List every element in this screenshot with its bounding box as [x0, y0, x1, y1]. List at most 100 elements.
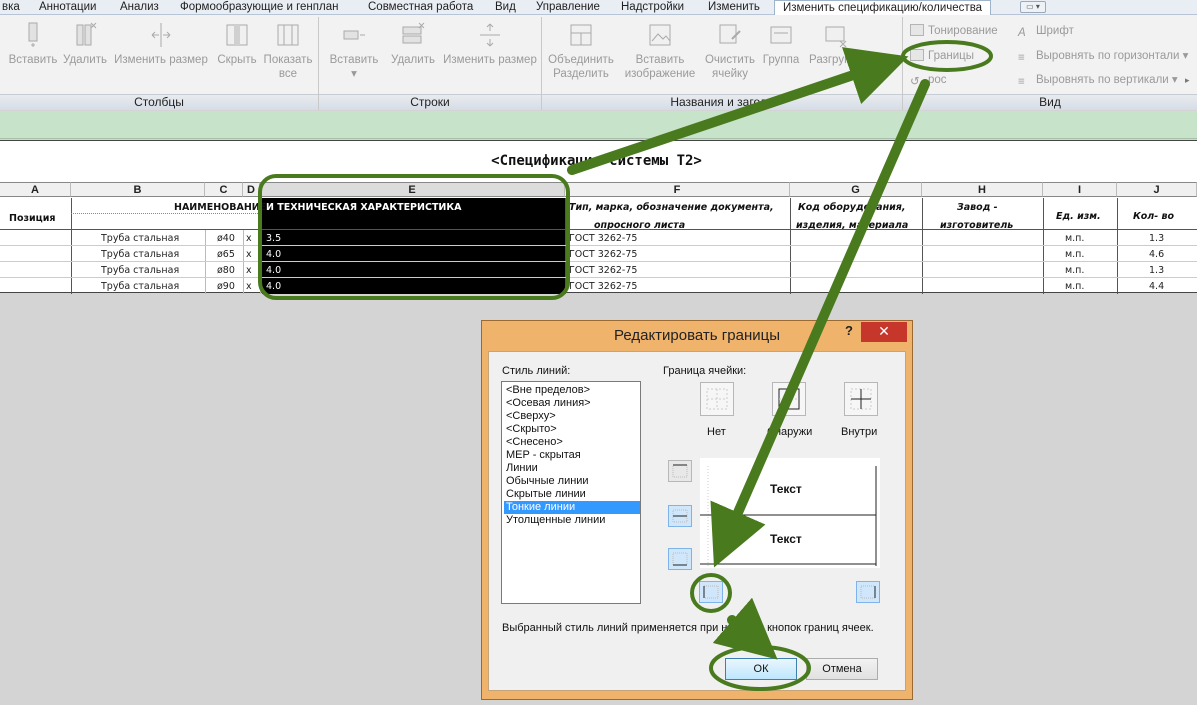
- clear-cell-button[interactable]: Очистить ячейку: [702, 21, 758, 81]
- column-delete-button[interactable]: Удалить: [62, 21, 108, 67]
- panel-scroll-arrow[interactable]: ▸: [1185, 75, 1190, 86]
- row-2-diameter: ø65: [217, 249, 235, 260]
- list-item-selected[interactable]: Тонкие линии: [504, 501, 640, 514]
- align-horizontal-icon: ≡: [1018, 52, 1025, 64]
- list-item[interactable]: <Снесено>: [504, 436, 640, 449]
- row-insert-button[interactable]: Вставить ▾: [326, 21, 382, 81]
- row-delete-button[interactable]: Удалить: [388, 21, 438, 67]
- tab-annotations[interactable]: Аннотации: [39, 0, 96, 15]
- border-top-button[interactable]: [668, 460, 692, 482]
- cancel-button[interactable]: Отмена: [806, 658, 878, 680]
- insert-image-button[interactable]: Вставить изображение: [622, 21, 698, 81]
- column-header-a[interactable]: A: [0, 182, 71, 197]
- list-item[interactable]: MEP - скрытая: [504, 449, 640, 462]
- hide-column-icon: [225, 21, 249, 49]
- list-item[interactable]: Утолщенные линии: [504, 514, 640, 527]
- border-right-button[interactable]: [856, 581, 880, 603]
- tab-manage[interactable]: Управление: [536, 0, 600, 15]
- grid-line: [243, 230, 244, 294]
- list-item[interactable]: <Сверху>: [504, 410, 640, 423]
- align-horizontal-button[interactable]: ≡ Выровнять по горизонтали ▾: [1018, 48, 1188, 64]
- row-3-x: x: [246, 265, 252, 276]
- column-resize-button[interactable]: Изменить размер: [112, 21, 210, 67]
- tab-insert[interactable]: вка: [2, 0, 20, 15]
- close-button[interactable]: ✕: [861, 322, 907, 342]
- header-maker-2: изготовитель: [940, 220, 1014, 229]
- row-resize-button[interactable]: Изменить размер: [440, 21, 540, 67]
- ribbon-toggle-icon[interactable]: ▭ ▾: [1020, 1, 1046, 13]
- tab-modify[interactable]: Изменить: [708, 0, 760, 15]
- border-inside-icon: [850, 388, 872, 410]
- panel-title-titles: Названия и заголо: [542, 94, 902, 110]
- column-insert-button[interactable]: Вставить: [8, 21, 58, 67]
- ungroup-icon: [824, 21, 848, 49]
- list-item[interactable]: Скрытые линии: [504, 488, 640, 501]
- column-header-i[interactable]: I: [1043, 182, 1117, 197]
- align-vertical-icon: ≡: [1018, 76, 1025, 88]
- border-inside-button[interactable]: [844, 382, 878, 416]
- tab-analyze[interactable]: Анализ: [120, 0, 159, 15]
- tab-modify-schedule[interactable]: Изменить спецификацию/количества: [774, 0, 992, 16]
- ok-button[interactable]: ОК: [725, 658, 797, 680]
- row-3-name: Труба стальная: [101, 265, 180, 276]
- borders-button[interactable]: Границы: [910, 48, 974, 64]
- column-header-e[interactable]: E: [260, 182, 565, 197]
- column-header-d[interactable]: D: [243, 182, 260, 197]
- tab-addins[interactable]: Надстройки: [621, 0, 684, 15]
- row-1-qty: 1.3: [1149, 233, 1165, 244]
- line-style-list[interactable]: <Вне пределов> <Осевая линия> <Сверху> <…: [501, 381, 641, 604]
- panel-title-view: Вид: [903, 94, 1197, 110]
- row-3-qty: 1.3: [1149, 265, 1165, 276]
- shading-button[interactable]: Тонирование: [910, 23, 998, 39]
- list-item[interactable]: <Скрыто>: [504, 423, 640, 436]
- help-button[interactable]: ?: [838, 321, 860, 341]
- column-header-c[interactable]: C: [205, 182, 243, 197]
- header-code-2: изделия, материала: [796, 220, 909, 229]
- column-header-h[interactable]: H: [922, 182, 1043, 197]
- merge-unmerge-button[interactable]: Объединить Разделить: [546, 21, 616, 81]
- border-outside-button[interactable]: [772, 382, 806, 416]
- row-2-doc: ГОСТ 3262-75: [569, 249, 638, 260]
- list-item[interactable]: <Вне пределов>: [504, 384, 640, 397]
- align-vertical-button[interactable]: ≡ Выровнять по вертикали ▾: [1018, 72, 1178, 88]
- list-item[interactable]: Обычные линии: [504, 475, 640, 488]
- border-none-button[interactable]: [700, 382, 734, 416]
- row-4-qty: 4.4: [1149, 281, 1165, 292]
- list-item[interactable]: Линии: [504, 462, 640, 475]
- row-2-unit: м.п.: [1065, 249, 1085, 260]
- tab-collaborate[interactable]: Совместная работа: [368, 0, 473, 15]
- header-code: Код оборудования,: [798, 202, 906, 213]
- group-button[interactable]: Группа: [760, 21, 802, 67]
- border-middle-button[interactable]: [668, 505, 692, 527]
- font-button[interactable]: A Шрифт: [1018, 23, 1074, 39]
- schedule-view[interactable]: <Спецификация системы Т2> A B C D E F G …: [0, 140, 1197, 294]
- reset-button[interactable]: ↺ рос: [910, 72, 947, 88]
- border-left-button[interactable]: [699, 581, 723, 603]
- insert-image-icon: [648, 21, 672, 49]
- row-3-unit: м.п.: [1065, 265, 1085, 276]
- unhide-all-icon: [276, 21, 300, 49]
- column-header-g[interactable]: G: [790, 182, 922, 197]
- column-header-j[interactable]: J: [1117, 182, 1197, 197]
- border-preview: Текст Текст: [700, 458, 880, 568]
- borders-icon: [910, 49, 924, 61]
- delete-row-icon: [401, 21, 425, 49]
- tab-massing-site[interactable]: Формообразующие и генплан: [180, 0, 338, 15]
- ribbon: Вставить Удалить Изменить размер Скрыть …: [0, 15, 1197, 110]
- grid-line: [1117, 198, 1118, 294]
- row-3-thickness: 4.0: [266, 265, 282, 276]
- column-hide-button[interactable]: Скрыть: [214, 21, 260, 67]
- border-bottom-button[interactable]: [668, 548, 692, 570]
- column-header-b[interactable]: B: [71, 182, 205, 197]
- column-unhide-all-button[interactable]: Показать все: [262, 21, 314, 81]
- row-3-doc: ГОСТ 3262-75: [569, 265, 638, 276]
- grid-line: [790, 198, 791, 294]
- column-header-f[interactable]: F: [565, 182, 790, 197]
- schedule-title: <Спецификация системы Т2>: [491, 153, 702, 169]
- list-item[interactable]: <Осевая линия>: [504, 397, 640, 410]
- resize-row-icon: [478, 21, 502, 49]
- ungroup-button[interactable]: Разгруппи: [804, 21, 868, 67]
- tab-view[interactable]: Вид: [495, 0, 516, 15]
- clear-cell-icon: [718, 21, 742, 49]
- row-4-diameter: ø90: [217, 281, 235, 292]
